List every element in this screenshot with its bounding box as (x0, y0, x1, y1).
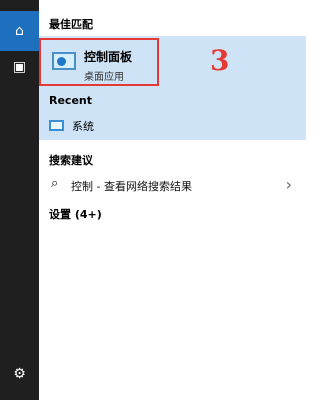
left-rail: ⌂ ▣ ⚙ (0, 0, 39, 400)
separator: - (93, 180, 104, 193)
home-icon[interactable]: ⌂ (0, 11, 39, 51)
search-icon: ⌕ (51, 176, 59, 191)
search-suggestions-title: 搜索建议 (49, 154, 93, 167)
item-subtitle: 桌面应用 (84, 72, 124, 83)
gear-icon[interactable]: ⚙ (0, 354, 39, 394)
search-query: 控制 (71, 180, 93, 193)
search-suggestion-row[interactable]: ⌕ 控制 - 查看网络搜索结果 › (39, 173, 306, 197)
user-icon[interactable]: ▣ (0, 47, 39, 87)
best-match-title: 最佳匹配 (49, 18, 93, 31)
system-icon (49, 120, 64, 131)
search-hint: 查看网络搜索结果 (103, 180, 192, 193)
recent-title: Recent (49, 94, 93, 107)
search-results-panel: 最佳匹配 控制面板 桌面应用 3 Recent 系统 搜索建议 ⌕ 控制 - 查… (39, 0, 306, 400)
chevron-right-icon[interactable]: › (286, 175, 292, 194)
best-match-item[interactable]: 控制面板 桌面应用 (39, 38, 159, 86)
recent-item[interactable]: 系统 (39, 110, 306, 140)
search-suggestion-text: 控制 - 查看网络搜索结果 (71, 178, 192, 194)
item-title: 控制面板 (84, 50, 133, 64)
control-panel-icon (52, 52, 76, 70)
recent-item-label: 系统 (72, 120, 94, 133)
settings-title: 设置 (4+) (49, 208, 102, 221)
annotation-number: 3 (210, 44, 230, 77)
